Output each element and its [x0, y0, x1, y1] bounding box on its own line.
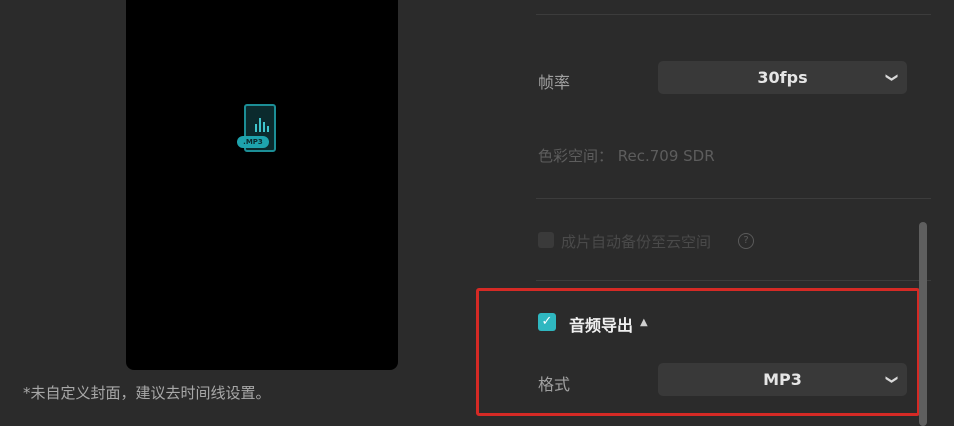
caret-up-icon[interactable]: ▲ [640, 317, 648, 328]
waveform-icon [255, 118, 269, 132]
export-settings-panel: .MP3 *未自定义封面，建议去时间线设置。 帧率 30fps ❯ 色彩空间： … [0, 0, 954, 426]
cover-preview: .MP3 [126, 0, 398, 370]
audio-export-checkbox[interactable]: ✓ [538, 313, 556, 331]
format-select[interactable]: MP3 ❯ [658, 363, 907, 396]
divider [536, 14, 931, 15]
divider [536, 280, 931, 281]
frame-rate-select[interactable]: 30fps ❯ [658, 61, 907, 94]
question-circle-icon[interactable]: ? [738, 233, 754, 249]
chevron-down-icon: ❯ [885, 374, 900, 385]
chevron-down-icon: ❯ [885, 72, 900, 83]
highlight-box [476, 288, 920, 416]
frame-rate-value: 30fps [757, 68, 808, 87]
file-format-badge: .MP3 [237, 136, 269, 148]
color-space-text: 色彩空间： Rec.709 SDR [538, 147, 715, 165]
format-value: MP3 [763, 370, 802, 389]
cloud-backup-label: 成片自动备份至云空间 [561, 233, 712, 251]
divider [536, 198, 931, 199]
scrollbar-thumb[interactable] [919, 222, 927, 426]
cloud-backup-checkbox [538, 232, 554, 248]
frame-rate-label: 帧率 [538, 73, 571, 92]
audio-file-icon: .MP3 [236, 102, 282, 156]
checkmark-icon: ✓ [541, 314, 553, 329]
audio-export-label[interactable]: 音频导出 [569, 312, 633, 336]
cover-note: *未自定义封面，建议去时间线设置。 [23, 384, 271, 402]
format-label: 格式 [538, 375, 571, 394]
